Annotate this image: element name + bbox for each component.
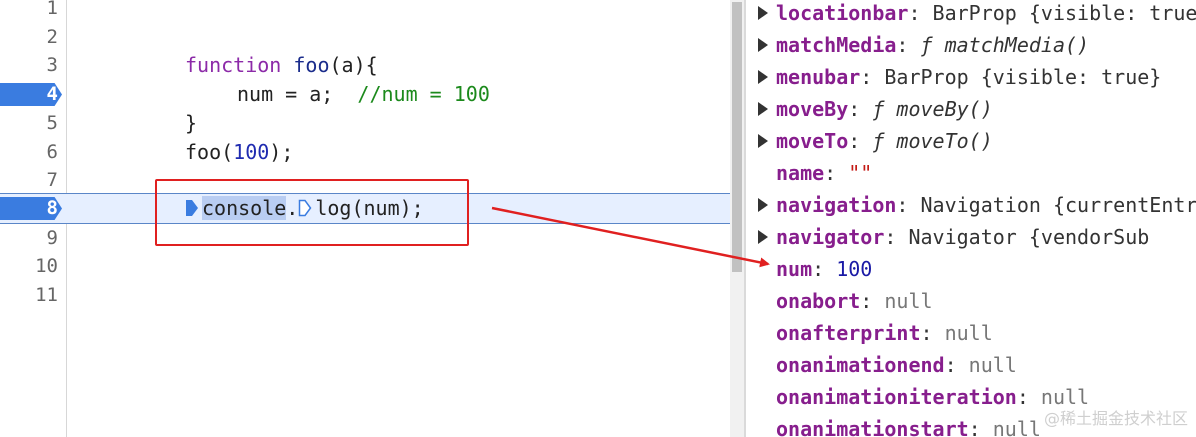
watermark: @稀土掘金技术社区 — [1043, 409, 1188, 428]
annotation-arrow — [491, 206, 770, 268]
